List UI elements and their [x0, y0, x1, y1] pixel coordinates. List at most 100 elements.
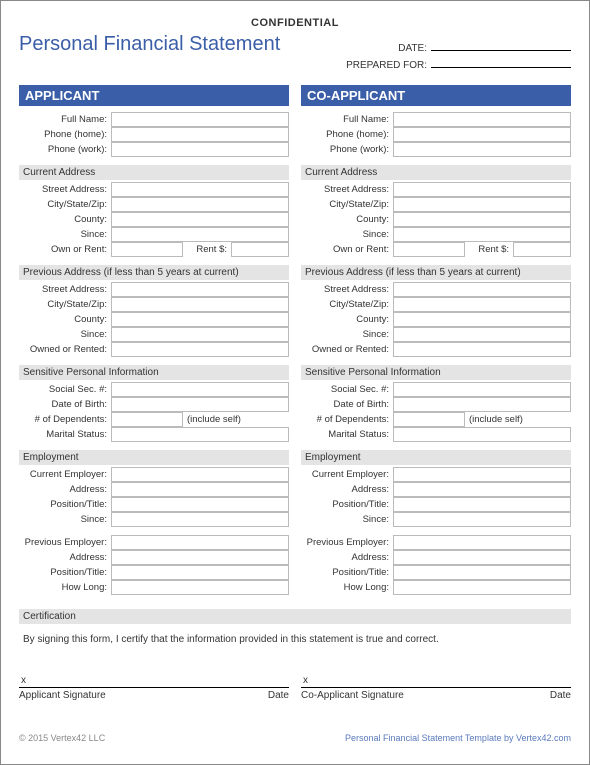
label-pposition: Position/Title: [19, 567, 111, 578]
co-input-phone-work[interactable] [393, 142, 571, 157]
co-input-csz[interactable] [393, 197, 571, 212]
co-input-pposition[interactable] [393, 565, 571, 580]
co-input-prev-emp[interactable] [393, 535, 571, 550]
co-input-county[interactable] [393, 212, 571, 227]
input-cur-emp[interactable] [111, 467, 289, 482]
co-input-emp-since[interactable] [393, 512, 571, 527]
input-emp-since[interactable] [111, 512, 289, 527]
prepared-for-input[interactable] [431, 67, 571, 68]
input-pposition[interactable] [111, 565, 289, 580]
input-psince[interactable] [111, 327, 289, 342]
input-prev-emp[interactable] [111, 535, 289, 550]
co-input-pcounty[interactable] [393, 312, 571, 327]
co-spi-bar: Sensitive Personal Information [301, 365, 571, 380]
co-label-pposition: Position/Title: [301, 567, 393, 578]
footer-copyright: © 2015 Vertex42 LLC [19, 733, 105, 743]
prepared-for-label: PREPARED FOR: [346, 60, 427, 71]
include-self-hint: (include self) [187, 414, 241, 425]
label-since: Since: [19, 229, 111, 240]
co-label-phone-work: Phone (work): [301, 144, 393, 155]
co-input-ssn[interactable] [393, 382, 571, 397]
co-label-street: Street Address: [301, 184, 393, 195]
input-pcounty[interactable] [111, 312, 289, 327]
co-input-full-name[interactable] [393, 112, 571, 127]
co-input-since[interactable] [393, 227, 571, 242]
input-county[interactable] [111, 212, 289, 227]
input-owned-rented[interactable] [111, 342, 289, 357]
input-pemp-address[interactable] [111, 550, 289, 565]
input-emp-address[interactable] [111, 482, 289, 497]
co-label-phone-home: Phone (home): [301, 129, 393, 140]
coapplicant-signature-label: Co-Applicant Signature [301, 690, 404, 701]
co-label-owned-rented: Owned or Rented: [301, 344, 393, 355]
input-ssn[interactable] [111, 382, 289, 397]
label-pcsz: City/State/Zip: [19, 299, 111, 310]
label-county: County: [19, 214, 111, 225]
co-input-psince[interactable] [393, 327, 571, 342]
input-marital[interactable] [111, 427, 289, 442]
label-emp-since: Since: [19, 514, 111, 525]
co-label-how-long: How Long: [301, 582, 393, 593]
co-input-pemp-address[interactable] [393, 550, 571, 565]
co-label-emp-since: Since: [301, 514, 393, 525]
input-phone-home[interactable] [111, 127, 289, 142]
co-label-county: County: [301, 214, 393, 225]
co-input-pcsz[interactable] [393, 297, 571, 312]
co-label-emp-address: Address: [301, 484, 393, 495]
input-phone-work[interactable] [111, 142, 289, 157]
input-street[interactable] [111, 182, 289, 197]
co-input-how-long[interactable] [393, 580, 571, 595]
input-dependents[interactable] [111, 412, 183, 427]
label-csz: City/State/Zip: [19, 199, 111, 210]
label-emp-address: Address: [19, 484, 111, 495]
label-how-long: How Long: [19, 582, 111, 593]
label-marital: Marital Status: [19, 429, 111, 440]
co-label-dob: Date of Birth: [301, 399, 393, 410]
input-pstreet[interactable] [111, 282, 289, 297]
input-position[interactable] [111, 497, 289, 512]
co-previous-address-bar: Previous Address (if less than 5 years a… [301, 265, 571, 280]
coapplicant-column: CO-APPLICANT Full Name: Phone (home): Ph… [301, 85, 571, 595]
co-input-street[interactable] [393, 182, 571, 197]
co-include-self-hint: (include self) [469, 414, 523, 425]
co-label-prev-emp: Previous Employer: [301, 537, 393, 548]
certification-text: By signing this form, I certify that the… [19, 634, 571, 645]
label-ssn: Social Sec. #: [19, 384, 111, 395]
applicant-header: APPLICANT [19, 85, 289, 106]
label-cur-emp: Current Employer: [19, 469, 111, 480]
input-csz[interactable] [111, 197, 289, 212]
input-dob[interactable] [111, 397, 289, 412]
co-input-owned-rented[interactable] [393, 342, 571, 357]
sig-x-applicant: x [19, 675, 289, 686]
co-input-pstreet[interactable] [393, 282, 571, 297]
input-own-rent[interactable] [111, 242, 183, 257]
sig-x-coapplicant: x [301, 675, 571, 686]
co-input-dob[interactable] [393, 397, 571, 412]
label-position: Position/Title: [19, 499, 111, 510]
co-input-own-rent[interactable] [393, 242, 465, 257]
co-input-position[interactable] [393, 497, 571, 512]
coapplicant-signature-line[interactable] [301, 687, 571, 688]
input-since[interactable] [111, 227, 289, 242]
co-label-ssn: Social Sec. #: [301, 384, 393, 395]
co-label-dependents: # of Dependents: [301, 414, 393, 425]
input-how-long[interactable] [111, 580, 289, 595]
applicant-signature-line[interactable] [19, 687, 289, 688]
input-rent-amt[interactable] [231, 242, 289, 257]
label-pstreet: Street Address: [19, 284, 111, 295]
input-pcsz[interactable] [111, 297, 289, 312]
label-full-name: Full Name: [19, 114, 111, 125]
applicant-date-label: Date [268, 690, 289, 701]
certification-bar: Certification [19, 609, 571, 624]
co-input-phone-home[interactable] [393, 127, 571, 142]
co-label-pcsz: City/State/Zip: [301, 299, 393, 310]
co-input-marital[interactable] [393, 427, 571, 442]
input-full-name[interactable] [111, 112, 289, 127]
date-input[interactable] [431, 50, 571, 51]
co-input-emp-address[interactable] [393, 482, 571, 497]
co-input-rent-amt[interactable] [513, 242, 571, 257]
label-dob: Date of Birth: [19, 399, 111, 410]
co-input-cur-emp[interactable] [393, 467, 571, 482]
label-pemp-address: Address: [19, 552, 111, 563]
co-input-dependents[interactable] [393, 412, 465, 427]
